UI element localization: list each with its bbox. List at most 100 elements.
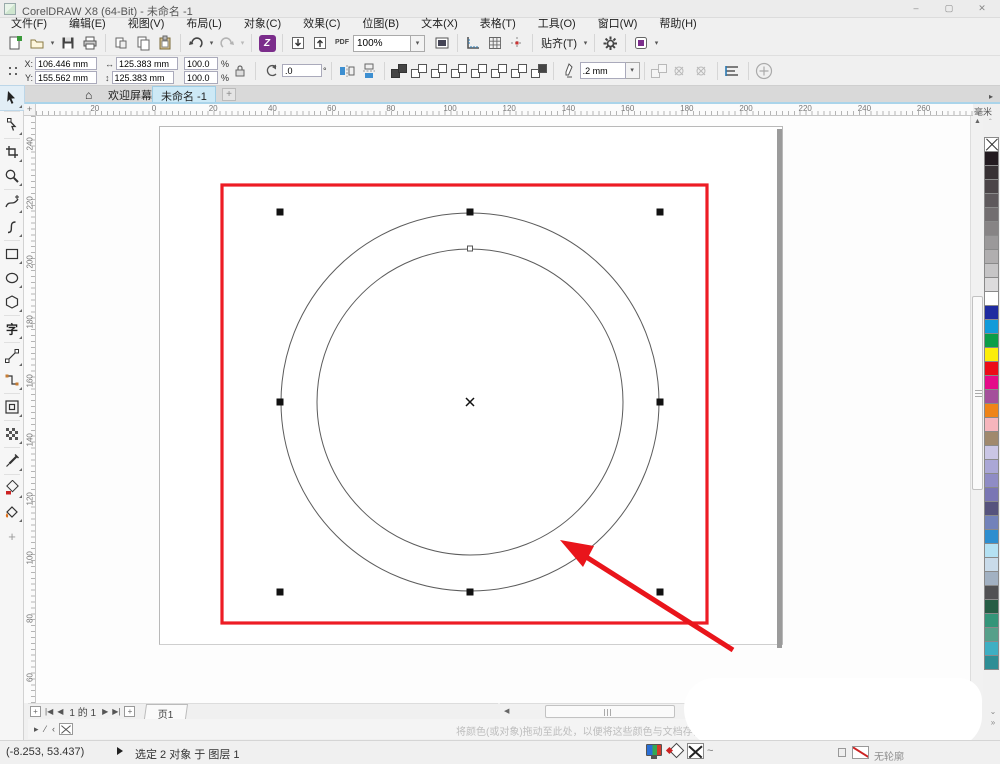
- color-swatch[interactable]: [984, 459, 999, 474]
- menu-item-1[interactable]: 编辑(E): [58, 18, 117, 31]
- object-width-input[interactable]: [116, 57, 178, 70]
- dimension-tool[interactable]: [0, 344, 24, 368]
- freehand-tool[interactable]: [0, 191, 24, 215]
- to-front-of-layer-button[interactable]: [650, 63, 667, 78]
- intersect-button[interactable]: [430, 63, 447, 78]
- trim-button[interactable]: [410, 63, 427, 78]
- undo-button[interactable]: [185, 33, 207, 53]
- menu-item-3[interactable]: 布局(L): [175, 18, 232, 31]
- page-1-tab[interactable]: 页1: [144, 704, 189, 721]
- color-swatch[interactable]: [984, 291, 999, 306]
- color-swatch[interactable]: [984, 389, 999, 404]
- crop-tool[interactable]: [0, 140, 24, 164]
- polygon-tool[interactable]: [0, 290, 24, 314]
- alignment-button[interactable]: [722, 61, 744, 81]
- publish-pdf-button[interactable]: PDF: [331, 33, 353, 53]
- color-swatch[interactable]: [984, 221, 999, 236]
- menu-item-4[interactable]: 对象(C): [233, 18, 292, 31]
- tab-welcome-screen[interactable]: 欢迎屏幕: [100, 86, 160, 102]
- rotation-angle-input[interactable]: [282, 64, 323, 77]
- color-swatch[interactable]: [984, 179, 999, 194]
- new-document-tab-button[interactable]: +: [222, 88, 236, 101]
- guidelines-button[interactable]: [506, 33, 528, 53]
- outline-width-caret[interactable]: ▾: [625, 62, 640, 79]
- no-fill-swatch[interactable]: [687, 743, 704, 759]
- previous-page-button[interactable]: ◀: [55, 707, 65, 716]
- menu-item-6[interactable]: 位图(B): [351, 18, 410, 31]
- create-boundary-button[interactable]: [510, 63, 527, 78]
- palette-expand-icon[interactable]: »: [986, 718, 1000, 727]
- menu-item-5[interactable]: 效果(C): [292, 18, 351, 31]
- color-swatch[interactable]: [984, 263, 999, 278]
- vertical-scrollbar[interactable]: ▲: [970, 116, 983, 703]
- color-swatch[interactable]: [984, 361, 999, 376]
- paste-button[interactable]: [154, 33, 176, 53]
- transparency-tool[interactable]: [0, 422, 24, 446]
- color-swatch[interactable]: [984, 501, 999, 516]
- color-settings-icon[interactable]: [646, 744, 662, 759]
- scroll-left-small-icon[interactable]: ‹: [52, 724, 55, 734]
- color-swatch[interactable]: [984, 641, 999, 656]
- scale-h-input[interactable]: [184, 57, 218, 70]
- contour-tool[interactable]: [0, 395, 24, 419]
- color-swatch[interactable]: [984, 627, 999, 642]
- color-swatch[interactable]: [984, 431, 999, 446]
- outline-status-swatch[interactable]: [852, 746, 869, 759]
- minimize-button[interactable]: –: [905, 2, 927, 15]
- color-swatch[interactable]: [984, 613, 999, 628]
- home-icon[interactable]: ⌂: [85, 88, 92, 102]
- menu-item-0[interactable]: 文件(F): [0, 18, 58, 31]
- eyedropper-tool[interactable]: [0, 449, 24, 473]
- color-swatch[interactable]: [984, 319, 999, 334]
- new-document-button[interactable]: [4, 33, 26, 53]
- application-launcher-caret[interactable]: ▾: [652, 39, 661, 47]
- color-swatch[interactable]: [984, 235, 999, 250]
- color-swatch[interactable]: [984, 305, 999, 320]
- menu-item-7[interactable]: 文本(X): [410, 18, 469, 31]
- collapse-chevron-icon[interactable]: ˆ: [989, 118, 992, 127]
- redo-button[interactable]: [216, 33, 238, 53]
- open-button[interactable]: [26, 33, 48, 53]
- weld-button[interactable]: [390, 63, 407, 78]
- color-swatch[interactable]: [984, 249, 999, 264]
- vertical-scroll-thumb[interactable]: [972, 296, 983, 490]
- scroll-up-arrow[interactable]: ▲: [971, 118, 984, 125]
- import-button[interactable]: [287, 33, 309, 53]
- print-button[interactable]: [79, 33, 101, 53]
- mirror-vertical-button[interactable]: [358, 61, 380, 81]
- text-wrap-off-button[interactable]: [691, 61, 713, 81]
- text-tool[interactable]: 字: [0, 317, 24, 341]
- color-swatch[interactable]: [984, 165, 999, 180]
- document-palette-flyout-icon[interactable]: ▸: [34, 724, 39, 735]
- color-swatch[interactable]: [984, 585, 999, 600]
- color-swatch[interactable]: [984, 599, 999, 614]
- outline-width-input[interactable]: [579, 62, 626, 79]
- export-button[interactable]: [309, 33, 331, 53]
- copy-button[interactable]: [132, 33, 154, 53]
- cut-button[interactable]: [110, 33, 132, 53]
- color-swatch[interactable]: [984, 151, 999, 166]
- color-swatch[interactable]: [984, 571, 999, 586]
- color-swatch[interactable]: [984, 445, 999, 460]
- menu-item-9[interactable]: 工具(O): [527, 18, 587, 31]
- color-swatch[interactable]: [984, 193, 999, 208]
- close-button[interactable]: ✕: [971, 2, 993, 15]
- first-page-button[interactable]: |◀: [43, 707, 55, 716]
- open-caret[interactable]: ▾: [48, 39, 57, 47]
- maximize-button[interactable]: ▢: [938, 2, 960, 15]
- fullscreen-preview-button[interactable]: [431, 33, 453, 53]
- quick-customize-button[interactable]: [753, 61, 775, 81]
- tab-document[interactable]: 未命名 -1: [152, 86, 216, 103]
- shape-tool[interactable]: [0, 113, 24, 137]
- snap-to-button[interactable]: 贴齐(T): [537, 35, 581, 51]
- no-color-swatch[interactable]: [984, 137, 999, 152]
- color-swatch[interactable]: [984, 347, 999, 362]
- add-page-after-button[interactable]: +: [124, 706, 136, 717]
- object-x-input[interactable]: [35, 57, 97, 70]
- color-swatch[interactable]: [984, 403, 999, 418]
- ellipse-tool[interactable]: [0, 266, 24, 290]
- simplify-button[interactable]: [450, 63, 467, 78]
- color-swatch[interactable]: [984, 529, 999, 544]
- color-swatch[interactable]: [984, 487, 999, 502]
- eyedropper-small-icon[interactable]: ⁄: [45, 724, 47, 734]
